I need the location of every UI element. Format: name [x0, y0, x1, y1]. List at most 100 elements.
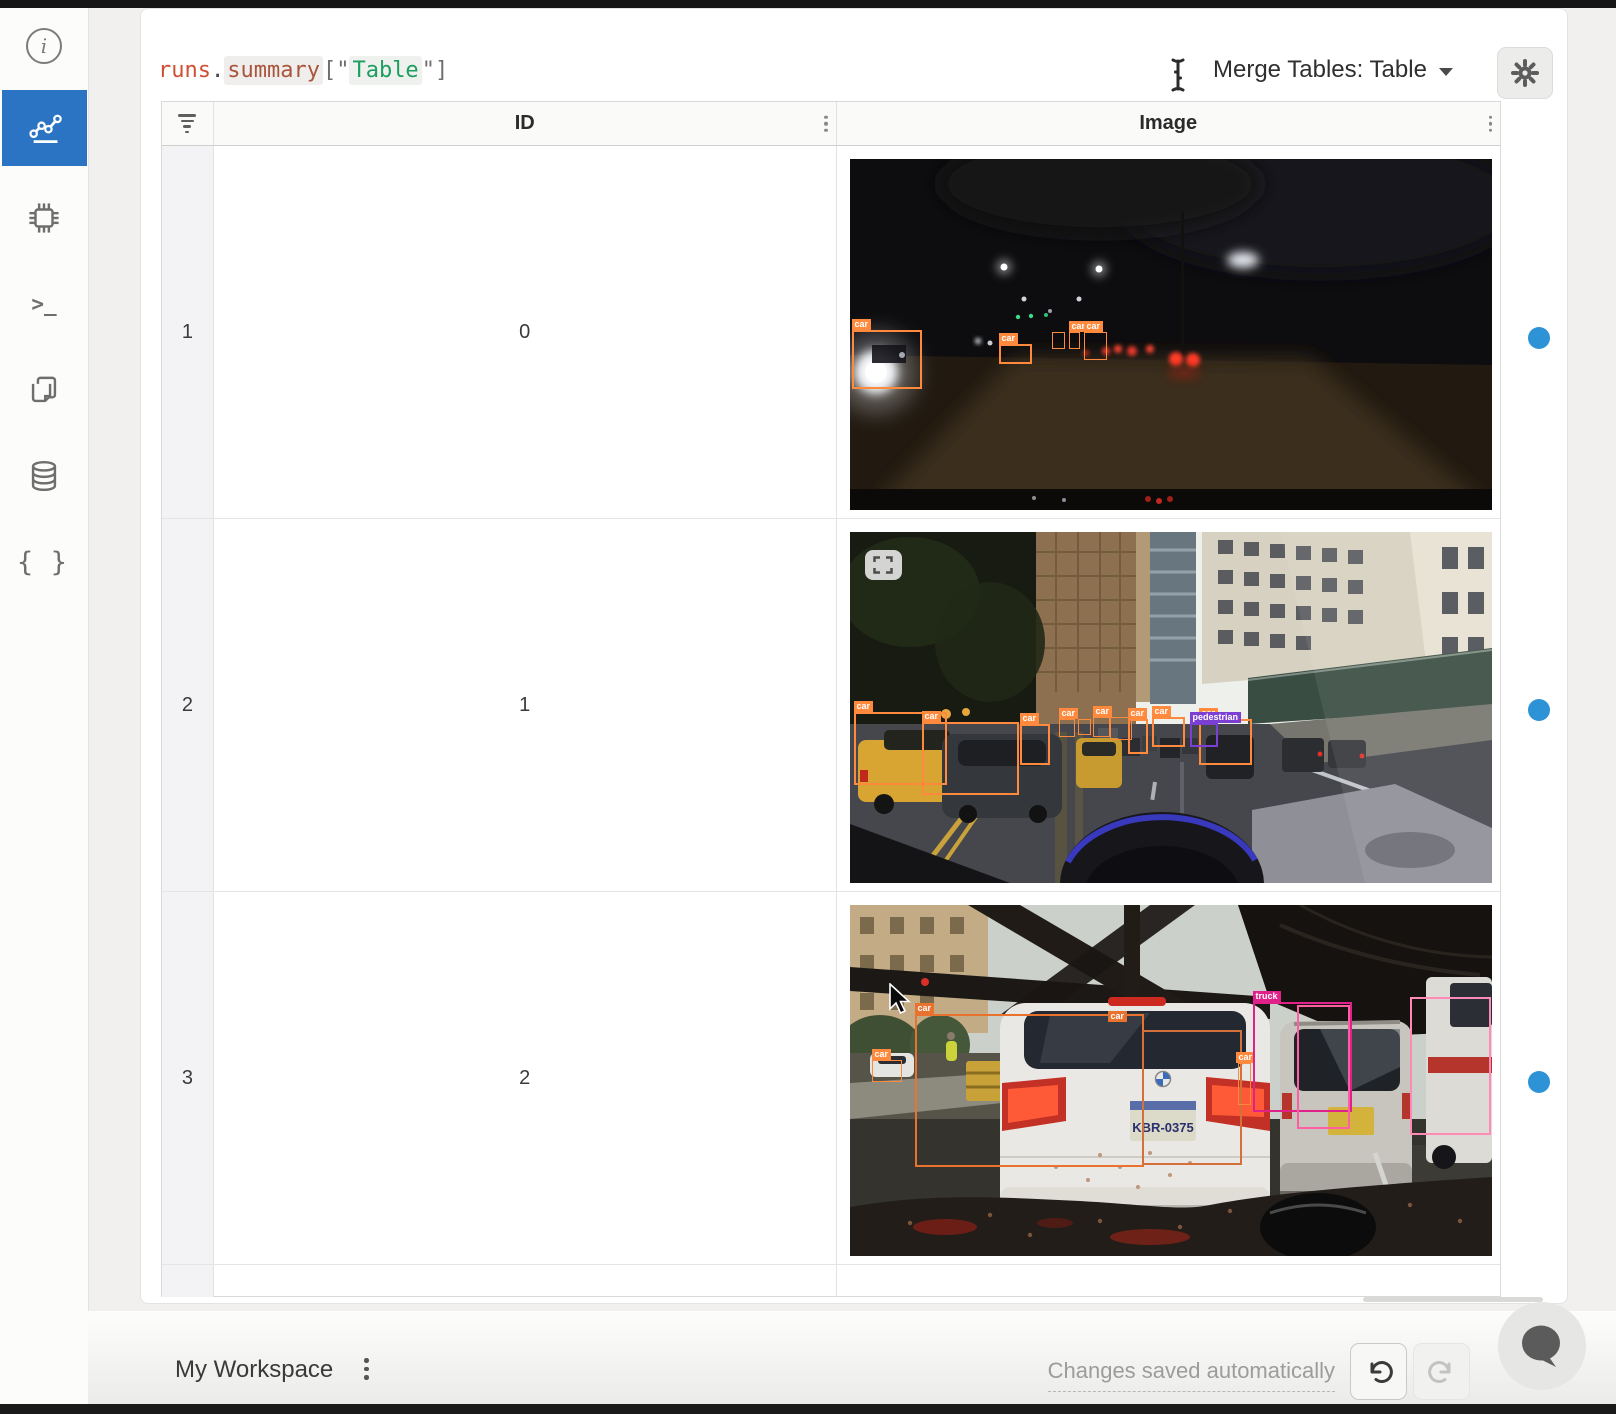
detection-label: car [1084, 321, 1104, 332]
column-header-image[interactable]: Image [837, 102, 1501, 145]
gear-icon [1510, 58, 1540, 88]
detection-image-night-road[interactable]: car car car car [850, 159, 1492, 510]
workspace-footer-bar: My Workspace Changes saved automatically [88, 1311, 1616, 1404]
sidebar-item-system[interactable] [26, 200, 62, 236]
detection-label: car [854, 701, 874, 712]
mouse-cursor-arrow [888, 983, 914, 1017]
detection-image-bridge-traffic[interactable]: KBR-0375 car car car car truck [850, 905, 1492, 1256]
code-token: summary [224, 56, 323, 85]
detection-label: car [1108, 1011, 1128, 1022]
id-cell: 2 [214, 892, 837, 1264]
code-token: ] [435, 58, 448, 83]
detection-bbox-car [872, 1060, 902, 1082]
kebab-menu-icon[interactable] [824, 115, 828, 132]
chevron-down-icon [1439, 68, 1453, 76]
sidebar-item-artifacts[interactable] [26, 458, 62, 494]
detection-bbox-car [922, 722, 1019, 795]
detection-label: car [1128, 708, 1148, 719]
row-number-cell: 2 [162, 519, 214, 891]
detection-bbox-car [1093, 717, 1110, 737]
detection-label: pedestrian [1190, 712, 1242, 723]
code-token: " [422, 58, 435, 83]
code-token: " [336, 58, 349, 83]
detection-bbox-car [1238, 1063, 1251, 1105]
autosave-status: Changes saved automatically [1048, 1358, 1335, 1392]
code-token: . [211, 58, 224, 83]
row-selected-dot[interactable] [1528, 1071, 1550, 1093]
panel-query-expression[interactable]: runs.summary["Table"] [158, 53, 448, 87]
row-number-cell: 3 [162, 892, 214, 1264]
detection-label: car [922, 711, 942, 722]
row-selected-dot[interactable] [1528, 699, 1550, 721]
code-token: runs [158, 58, 211, 83]
table-row: 1 0 [162, 146, 1500, 519]
detection-label: car [999, 333, 1019, 344]
image-cell: KBR-0375 car car car car truck [837, 892, 1501, 1264]
panel-settings-button[interactable] [1497, 47, 1553, 99]
cpu-icon [27, 201, 61, 235]
window-bottom-edge [0, 1404, 1616, 1414]
detection-bbox-car [1152, 717, 1185, 747]
expand-icon [873, 556, 893, 574]
detection-bbox-car [915, 1014, 1144, 1167]
undo-icon [1364, 1357, 1394, 1387]
detection-bbox-car [1052, 332, 1065, 349]
sidebar-item-logs[interactable]: >_ [26, 286, 62, 322]
id-cell: 0 [214, 146, 837, 518]
sidebar-item-info[interactable]: i [26, 28, 62, 64]
sidebar-item-files[interactable] [26, 372, 62, 408]
detection-label: car [1059, 708, 1079, 719]
row-selected-dot[interactable] [1528, 327, 1550, 349]
merge-tables-label: Merge Tables: Table [1213, 56, 1427, 84]
table-row: 2 1 [162, 519, 1500, 892]
detection-bbox-car [1084, 332, 1107, 360]
copy-icon [27, 373, 61, 407]
image-cell: car car car car car car [837, 519, 1501, 891]
info-icon: i [26, 28, 62, 64]
undo-button[interactable] [1350, 1343, 1407, 1400]
kebab-menu-icon[interactable] [1489, 115, 1493, 132]
detection-bbox-car [1059, 719, 1075, 737]
filter-icon [178, 114, 196, 133]
code-token: Table [349, 56, 421, 85]
redo-icon [1427, 1357, 1457, 1387]
detection-bbox-car [1069, 332, 1080, 349]
merge-tables-dropdown[interactable]: Merge Tables: Table [1213, 51, 1453, 89]
detection-label: car [872, 1049, 892, 1060]
night-road-photo [850, 159, 1492, 510]
database-icon [27, 459, 61, 493]
detection-image-city-street[interactable]: car car car car car car [850, 532, 1492, 883]
workspace-title: My Workspace [175, 1356, 333, 1384]
detection-bbox-car [999, 344, 1032, 364]
workspace-menu-button[interactable] [364, 1358, 369, 1380]
table-row-partial [162, 1265, 1500, 1297]
sidebar-item-config[interactable]: { } [26, 544, 62, 580]
table-panel-card: runs.summary["Table"] Merge Tables: Tabl… [140, 8, 1568, 1304]
detection-label: car [1020, 713, 1040, 724]
detection-bbox-car [1142, 1030, 1242, 1165]
detection-bbox-car [1078, 719, 1091, 735]
column-header-id[interactable]: ID [214, 102, 837, 145]
terminal-icon: >_ [31, 292, 56, 316]
horizontal-scrollbar-thumb[interactable] [1363, 1297, 1543, 1302]
panel-sidebar: i >_ [0, 8, 89, 1406]
detection-label: car [1152, 706, 1172, 717]
table-filter-button[interactable] [162, 102, 214, 145]
detection-label: car [915, 1003, 935, 1014]
detection-bbox-truck [1410, 997, 1491, 1135]
column-header-id-label: ID [515, 112, 535, 135]
detection-label: car [852, 319, 872, 330]
detection-bbox-car [1128, 719, 1148, 754]
sidebar-item-charts[interactable] [2, 90, 87, 166]
redo-button[interactable] [1413, 1343, 1470, 1400]
expand-image-button[interactable] [865, 550, 902, 580]
detection-label: truck [1253, 991, 1281, 1002]
runs-summary-table: ID Image 1 0 [161, 101, 1501, 1297]
detection-bbox-car [1020, 724, 1050, 765]
id-cell [214, 1265, 837, 1297]
help-chat-button[interactable] [1498, 1302, 1586, 1390]
code-token: [ [323, 58, 336, 83]
detection-bbox-car [852, 330, 922, 389]
id-cell: 1 [214, 519, 837, 891]
detection-bbox-truck [1297, 1005, 1350, 1129]
